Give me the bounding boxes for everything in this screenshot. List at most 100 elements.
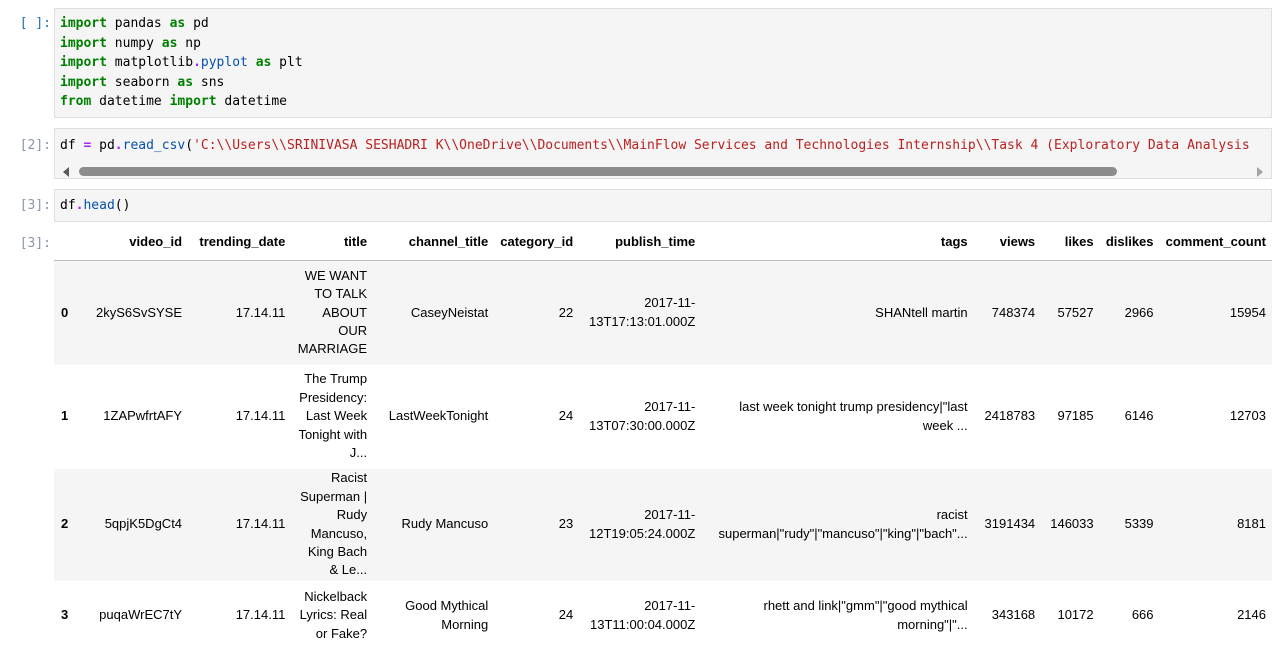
table-cell-channel-title: Rudy Mancuso — [401, 516, 489, 532]
table-cell-likes: 97185 — [1057, 408, 1094, 424]
code-token-plain: seaborn — [106, 74, 178, 90]
table-cell-trending-date: 17.14.11 — [235, 408, 286, 424]
code-token-attr: pyplot — [200, 55, 248, 70]
code-token-plain: ( — [185, 138, 194, 153]
table-cell-likes: 10172 — [1057, 607, 1094, 623]
table-cell-views: 748374 — [991, 304, 1036, 320]
table-cell-views: 2418783 — [984, 408, 1036, 424]
code-token-plain: sns — [193, 74, 225, 90]
code-token-kw: as — [255, 55, 272, 70]
dataframe-table: video_id trending_date title channel_title c… — [54, 224, 1272, 647]
scroll-left-arrow-icon[interactable] — [63, 167, 69, 177]
table-cell-likes: 57527 — [1057, 304, 1094, 320]
table-cell-channel-title: LastWeekTonight — [388, 408, 489, 424]
table-cell-channel-title: Good Mythical Morning — [405, 598, 489, 632]
table-cell-dislikes: 6146 — [1124, 408, 1154, 424]
row-index: 2 — [61, 516, 69, 532]
table-cell-comment-count: 2146 — [1237, 607, 1266, 623]
table-cell-category-id: 24 — [558, 408, 574, 424]
code-token-plain: datetime — [91, 94, 170, 109]
table-cell-category-id: 23 — [558, 516, 574, 532]
code-token-kw: as — [169, 16, 186, 31]
code-text[interactable]: df.head() — [55, 190, 1271, 216]
code-text[interactable]: import pandas as pd import numpy as np i… — [55, 9, 1271, 112]
column-header-views: views — [973, 224, 1042, 261]
table-cell-title: WE WANT TO TALK ABOUT OUR MARRIAGE — [297, 267, 368, 357]
scrollbar-thumb[interactable] — [79, 167, 1117, 176]
table-body: 0 2kyS6SvSYSE 17.14.11 WE WANT TO TALK ABOU… — [54, 260, 1272, 647]
code-token-plain: numpy — [106, 35, 162, 51]
code-cell-read-csv: [2]: df = pd.read_csv('C:\\Users\\SRINIV… — [0, 128, 1280, 179]
cell-prompt: [ ]: — [19, 16, 51, 31]
table-cell-publish-time: 2017-11-12T19:05:24.000Z — [589, 507, 696, 541]
output-prompt: [3]: — [19, 236, 51, 251]
column-header-channel-title: channel_title — [373, 224, 495, 261]
code-token-plain: pd — [91, 138, 115, 153]
column-header-tags: tags — [701, 224, 974, 261]
column-header-title: title — [291, 224, 374, 261]
code-editor[interactable]: df = pd.read_csv('C:\\Users\\SRINIVASA S… — [54, 128, 1272, 179]
column-header-publish-time: publish_time — [579, 224, 702, 261]
code-token-attr: head — [83, 198, 115, 213]
code-token-kw: import — [169, 94, 217, 109]
code-token-plain: datetime — [216, 94, 288, 109]
table-cell-views: 343168 — [991, 607, 1036, 623]
table-cell-title: Racist Superman | Rudy Mancuso, King Bac… — [300, 470, 368, 578]
code-token-plain: plt — [271, 55, 303, 70]
code-text[interactable]: df = pd.read_csv('C:\\Users\\SRINIVASA S… — [55, 129, 1271, 156]
code-editor[interactable]: df.head() — [54, 189, 1272, 222]
code-token-plain: matplotlib — [106, 55, 194, 70]
row-index: 3 — [61, 607, 69, 623]
row-index: 0 — [61, 304, 69, 320]
table-cell-publish-time: 2017-11-13T07:30:00.000Z — [589, 399, 696, 433]
table-cell-publish-time: 2017-11-13T17:13:01.000Z — [589, 295, 696, 329]
table-cell-channel-title: CaseyNeistat — [410, 304, 489, 320]
code-token-plain: df — [60, 198, 76, 213]
table-cell-tags: SHANtell martin — [875, 304, 968, 320]
table-cell-trending-date: 17.14.11 — [235, 304, 286, 320]
column-header-category-id: category_id — [494, 224, 580, 261]
table-cell-title: Nickelback Lyrics: Real or Fake? — [299, 588, 368, 641]
code-token-kw: import — [60, 16, 107, 31]
table-cell-dislikes: 666 — [1131, 607, 1154, 623]
table-cell-video-id: 5qpjK5DgCt4 — [104, 516, 183, 532]
table-cell-trending-date: 17.14.11 — [235, 607, 286, 623]
table-cell-video-id: puqaWrEC7tY — [99, 607, 183, 623]
table-row: 0 2kyS6SvSYSE 17.14.11 WE WANT TO TALK ABOU… — [54, 260, 1272, 365]
notebook: [ ]: import pandas as pd import numpy as… — [0, 0, 1280, 647]
code-editor[interactable]: import pandas as pd import numpy as np i… — [54, 8, 1272, 118]
code-token-op: . — [114, 138, 123, 153]
table-cell-tags: last week tonight trump presidency|"last… — [739, 399, 968, 433]
code-token-kw: import — [60, 74, 107, 90]
table-cell-video-id: 1ZAPwfrtAFY — [103, 408, 183, 424]
horizontal-scrollbar[interactable] — [55, 164, 1271, 178]
table-row: 1 1ZAPwfrtAFY 17.14.11 The Trump Presidency… — [54, 364, 1272, 469]
cell-prompt: [2]: — [19, 138, 51, 153]
scroll-right-arrow-icon[interactable] — [1257, 167, 1263, 177]
code-token-kw: as — [177, 74, 194, 90]
table-cell-category-id: 22 — [558, 304, 574, 320]
code-token-op: . — [193, 55, 201, 70]
table-cell-comment-count: 8181 — [1237, 516, 1266, 532]
table-cell-tags: rhett and link|"gmm"|"good mythical morn… — [763, 598, 968, 632]
index-header — [54, 224, 91, 261]
table-cell-category-id: 24 — [558, 607, 574, 623]
code-cell-head: [3]: df.head() — [0, 189, 1280, 222]
code-token-plain: np — [177, 35, 201, 51]
table-cell-tags: racist superman|"rudy"|"mancuso"|"king"|… — [718, 507, 968, 541]
code-token-kw: import — [60, 55, 107, 70]
cell-prompt: [3]: — [19, 198, 51, 213]
row-index: 1 — [61, 408, 69, 424]
table-row: 3 puqaWrEC7tY 17.14.11 Nickelback Lyrics: R… — [54, 580, 1272, 647]
column-header-likes: likes — [1041, 224, 1100, 261]
table-cell-views: 3191434 — [984, 516, 1036, 532]
table-cell-dislikes: 2966 — [1124, 304, 1154, 320]
code-token-str: 'C:\\Users\\SRINIVASA SESHADRI K\\OneDri… — [193, 138, 1250, 153]
table-cell-publish-time: 2017-11-13T11:00:04.000Z — [589, 598, 696, 632]
code-cell-imports: [ ]: import pandas as pd import numpy as… — [0, 8, 1280, 118]
dataframe-output: video_id trending_date title channel_title c… — [54, 224, 1272, 647]
column-header-trending-date: trending_date — [188, 224, 292, 261]
code-token-plain: () — [114, 198, 131, 213]
table-cell-comment-count: 15954 — [1229, 304, 1266, 320]
